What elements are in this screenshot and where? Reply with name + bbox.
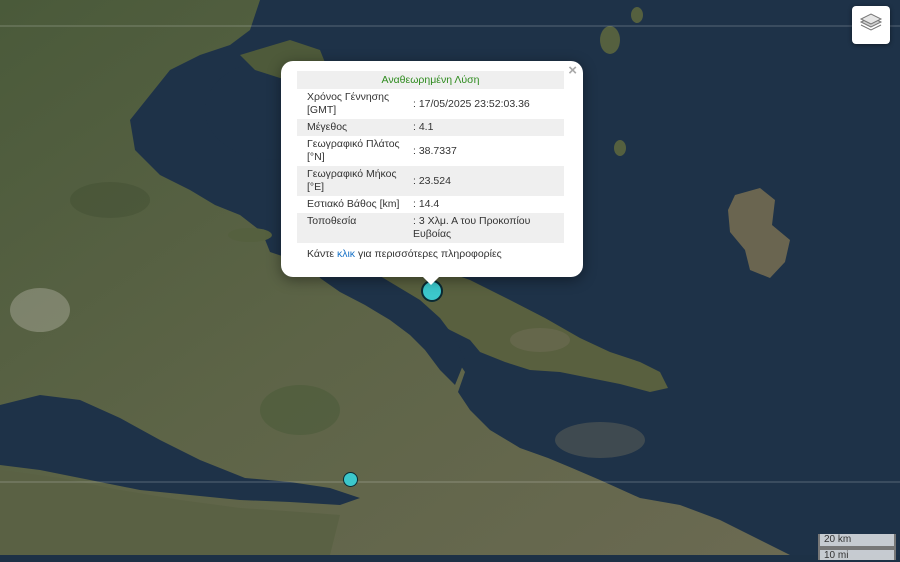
row-value: : 14.4: [413, 198, 440, 210]
table-row: Γεωγραφικό Μήκος [°E] : 23.524: [297, 166, 564, 196]
scale-km: 20 km: [818, 534, 896, 548]
row-value: : 17/05/2025 23:52:03.36: [413, 97, 530, 110]
popup-tip: [421, 275, 441, 285]
layers-button[interactable]: [852, 6, 890, 44]
close-icon[interactable]: ×: [568, 63, 577, 79]
row-label: Τοποθεσία: [307, 215, 357, 227]
table-row: Εστιακό Βάθος [km] : 14.4: [297, 196, 564, 213]
scale-mi: 10 mi: [818, 548, 896, 561]
layers-icon: [858, 10, 884, 41]
row-label: Γεωγραφικό Μήκος [°E]: [307, 168, 397, 193]
row-value: : 23.524: [413, 174, 451, 187]
island: [228, 228, 272, 242]
row-value: : 4.1: [413, 121, 434, 133]
island: [614, 140, 626, 156]
more-suffix: για περισσότερες πληροφορίες: [357, 248, 502, 260]
info-table: Αναθεωρημένη Λύση Χρόνος Γέννησης [GMT] …: [297, 71, 564, 260]
island: [600, 26, 620, 54]
map-scale: 20 km 10 mi: [818, 534, 896, 561]
more-info-link[interactable]: κλικ: [337, 248, 355, 260]
row-value: : 3 Χλμ. Α του Προκοπίου Ευβοίας: [413, 215, 531, 240]
table-row: Μέγεθος : 4.1: [297, 119, 564, 136]
island: [631, 7, 643, 23]
table-row: Χρόνος Γέννησης [GMT] : 17/05/2025 23:52…: [297, 89, 564, 119]
row-label: Μέγεθος: [307, 121, 348, 133]
earthquake-marker[interactable]: [343, 472, 358, 487]
earthquake-popup: × Αναθεωρημένη Λύση Χρόνος Γέννησης [GMT…: [281, 61, 583, 277]
more-info-text: Κάντε κλικ για περισσότερες πληροφορίες: [297, 243, 564, 260]
table-row: Γεωγραφικό Πλάτος [°N] : 38.7337: [297, 136, 564, 166]
table-row: Τοποθεσία : 3 Χλμ. Α του Προκοπίου Ευβοί…: [297, 213, 564, 243]
more-prefix: Κάντε: [307, 248, 335, 260]
row-label: Χρόνος Γέννησης [GMT]: [307, 91, 390, 116]
row-label: Γεωγραφικό Πλάτος [°N]: [307, 138, 400, 163]
row-label: Εστιακό Βάθος [km]: [307, 198, 400, 210]
row-value: : 38.7337: [413, 144, 457, 157]
popup-title: Αναθεωρημένη Λύση: [297, 71, 564, 89]
